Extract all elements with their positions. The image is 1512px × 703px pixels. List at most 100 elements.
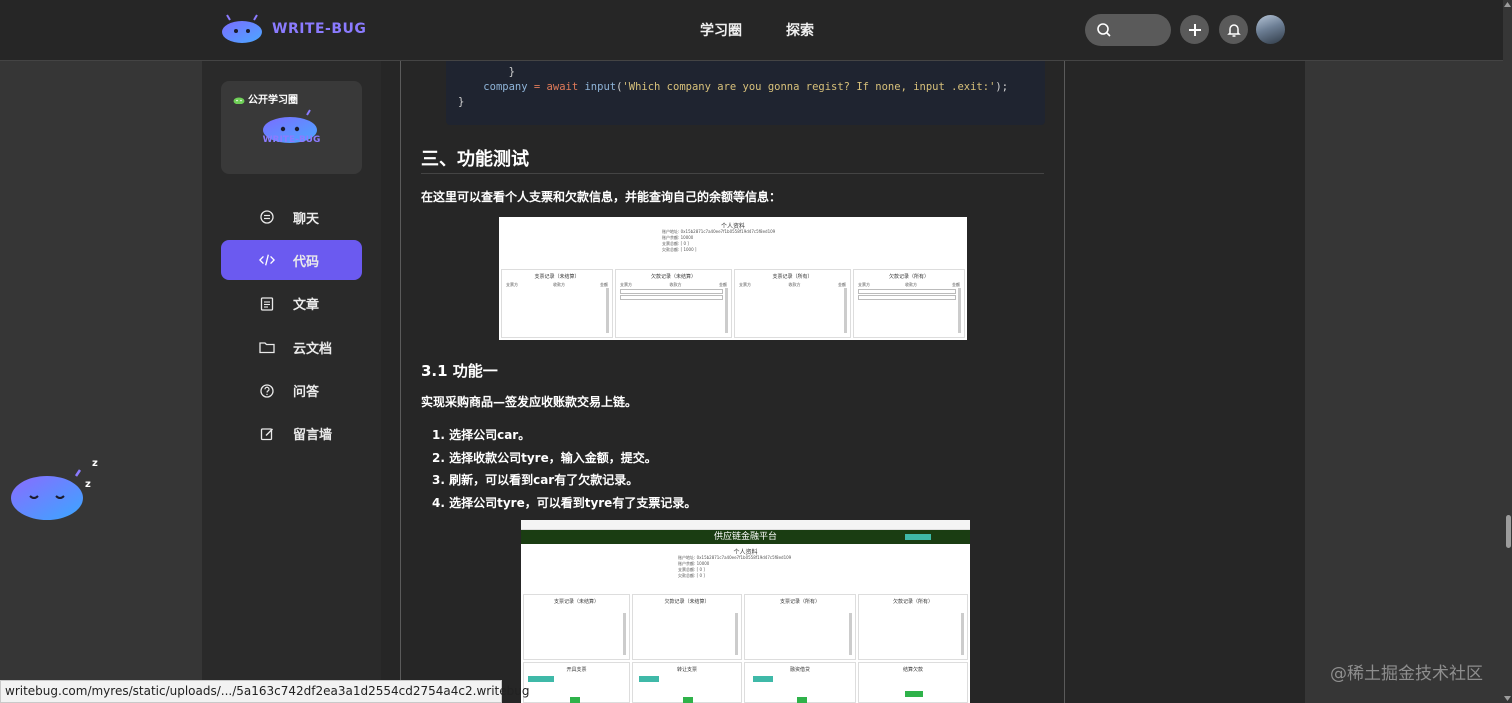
mini-action-title: 融资借贷 <box>789 667 810 673</box>
scroll-thumb[interactable] <box>1506 515 1511 548</box>
sidebar-item-label: 问答 <box>293 385 320 401</box>
mini-select <box>528 676 554 682</box>
page-scrollbar[interactable] <box>1503 0 1512 703</box>
add-button[interactable] <box>1180 15 1209 44</box>
plus-icon <box>1188 23 1201 36</box>
scroll-up-icon[interactable] <box>1503 0 1512 9</box>
mini-action-panel: 开具支票 <box>523 662 630 703</box>
content-left-border <box>400 61 401 703</box>
content-right-border <box>1064 61 1065 703</box>
mini-panel: 欠款记录（未结算） <box>632 594 742 660</box>
mini-panel-title: 欠款记录（未结算） <box>650 274 696 280</box>
mini-submit <box>683 697 693 703</box>
paragraph: 在这里可以查看个人支票和欠款信息，并能查询自己的余额等信息： <box>421 190 782 204</box>
code-line: } <box>458 96 465 108</box>
sidebar-item-label: 代码 <box>293 254 320 270</box>
mini-panel-title: 欠款记录（未结算） <box>664 599 710 605</box>
section-heading: 三、功能测试 <box>421 149 529 170</box>
mini-row <box>858 295 956 300</box>
android-icon <box>233 97 245 104</box>
mini-scrollbar <box>849 613 852 655</box>
sidebar-item-cloud-docs[interactable]: 云文档 <box>221 327 362 367</box>
mini-button <box>905 534 931 540</box>
subsection-heading: 3.1 功能一 <box>421 362 498 380</box>
search-input[interactable] <box>1085 14 1171 46</box>
nav-learning-circle[interactable]: 学习圈 <box>700 20 742 40</box>
mini-scrollbar <box>606 288 609 333</box>
list-item: 4. 选择公司tyre，可以看到tyre有了支票记录。 <box>432 495 697 510</box>
mini-panel: 支票记录（未结算） 支票方 收款方 金额 <box>501 269 613 338</box>
edit-icon <box>259 426 275 442</box>
mini-panel-cols: 支票方 收款方 金额 <box>739 282 846 287</box>
mini-panel: 支票记录（所有） <box>744 594 856 660</box>
code-line: company = await input('Which company are… <box>483 81 1009 93</box>
mini-action-panel: 结算欠款 <box>858 662 968 703</box>
sidebar-item-article[interactable]: 文章 <box>221 284 362 324</box>
mini-action-title: 开具支票 <box>566 667 587 673</box>
mini-action-panel: 融资借贷 <box>744 662 856 703</box>
mini-panel-title: 支票记录（未结算） <box>534 274 580 280</box>
notification-button[interactable] <box>1219 15 1248 44</box>
mini-info-line: 欠款总额: [ 0 ] <box>678 573 705 578</box>
mini-panel: 支票记录（未结算） <box>523 594 630 660</box>
sidebar-item-label: 文章 <box>293 298 320 314</box>
sidebar-menu: 聊天 代码 文章 云文档 问答 留言墙 <box>221 197 362 457</box>
mini-panel-title: 支票记录（所有） <box>772 274 813 280</box>
brand-name: WRITE-BUG <box>272 21 367 37</box>
public-circle-badge: 公开学习圈 <box>233 91 298 106</box>
right-gutter <box>1305 61 1512 703</box>
question-icon <box>259 383 275 399</box>
badge-label: 公开学习圈 <box>248 95 298 106</box>
screenshot-personal-info[interactable]: 个人资料 账户地址: 0x15b2871c7a40ee7f1b0558f19d4… <box>499 217 967 340</box>
sidebar-item-code[interactable]: 代码 <box>221 240 362 281</box>
mini-panel-title: 支票记录（所有） <box>779 599 820 605</box>
sleeping-mascot-icon[interactable]: z z <box>10 458 105 524</box>
folder-icon <box>259 339 275 355</box>
list-item: 2. 选择收款公司tyre，输入金额，提交。 <box>432 450 657 465</box>
mini-scrollbar <box>961 613 964 655</box>
mini-row <box>620 295 723 300</box>
mini-panel-title: 欠款记录（所有） <box>888 274 929 280</box>
mini-banner: 供应链金融平台 <box>521 530 970 544</box>
paragraph: 实现采购商品—签发应收账款交易上链。 <box>421 395 638 409</box>
mini-info: 账户地址: 0x15b2871c7a40ee7f1b0558f19d47c5f8… <box>678 555 791 579</box>
mini-info: 账户地址: 0x15b2871c7a40ee7f1b0558f19d47c5f8… <box>662 229 775 253</box>
mini-panel-cols: 支票方 收款方 金额 <box>506 282 608 287</box>
list-item: 3. 刷新，可以看到car有了欠款记录。 <box>432 473 639 488</box>
sidebar-item-qa[interactable]: 问答 <box>221 371 362 411</box>
mini-scrollbar <box>735 613 738 655</box>
code-icon <box>259 252 275 268</box>
mini-panel-title: 支票记录（未结算） <box>553 599 599 605</box>
mini-action-title: 转让支票 <box>676 667 697 673</box>
mini-info-line: 欠款总额: [ 1000 ] <box>662 247 697 252</box>
mini-panel: 支票记录（所有） 支票方 收款方 金额 <box>734 269 851 338</box>
code-line: } <box>483 66 515 78</box>
screenshot-supply-chain-platform[interactable]: 供应链金融平台 个人资料 账户地址: 0x15b2871c7a40ee7f1b0… <box>521 520 970 703</box>
mini-submit <box>905 691 923 697</box>
mini-submit <box>797 697 807 703</box>
sidebar-item-label: 留言墙 <box>293 428 333 444</box>
code-block: } company = await input('Which company a… <box>446 61 1045 125</box>
status-url-bar: writebug.com/myres/static/uploads/.../5a… <box>0 680 529 703</box>
sidebar-item-label: 聊天 <box>293 211 320 227</box>
search-icon <box>1097 23 1111 37</box>
svg-text:z: z <box>92 458 98 469</box>
mini-select <box>753 676 773 682</box>
watermark: @稀土掘金技术社区 <box>1330 664 1483 684</box>
mini-panel-cols: 支票方 收款方 金额 <box>858 282 960 287</box>
steps-list: 1. 选择公司car。 2. 选择收款公司tyre，输入金额，提交。 3. 刷新… <box>432 424 696 514</box>
main-nav: 学习圈 探索 <box>700 20 814 40</box>
mini-scrollbar <box>958 288 961 333</box>
avatar[interactable] <box>1256 15 1285 44</box>
site-logo[interactable]: WRITE-BUG <box>220 14 366 44</box>
sidebar: 公开学习圈 WRITE-BUG 聊天 代码 文章 云文档 问答 留言墙 <box>202 61 381 703</box>
circle-card[interactable]: 公开学习圈 WRITE-BUG <box>221 81 362 174</box>
sidebar-item-chat[interactable]: 聊天 <box>221 197 362 237</box>
bell-icon <box>1226 23 1241 37</box>
scroll-down-icon[interactable] <box>1503 694 1512 703</box>
mini-row <box>620 289 723 294</box>
mini-submit <box>570 697 580 703</box>
nav-explore[interactable]: 探索 <box>786 20 814 40</box>
sidebar-item-message-wall[interactable]: 留言墙 <box>221 414 362 454</box>
mini-panel-cols: 支票方 收款方 金额 <box>620 282 727 287</box>
